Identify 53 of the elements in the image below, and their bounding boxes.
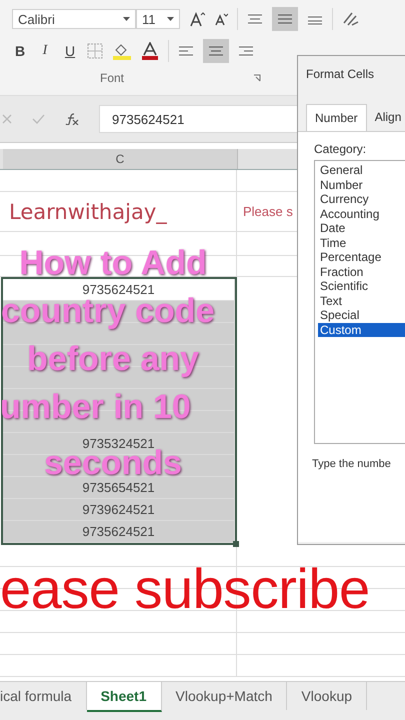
category-item[interactable]: Currency [318,192,405,206]
fill-color-icon[interactable] [112,42,132,60]
sheet-tab[interactable]: Sheet1 [86,682,162,712]
table-cell-text: Please s [242,203,294,221]
dropdown-arrow-icon[interactable] [123,17,130,21]
category-item[interactable]: Special [318,308,405,322]
cell-value: 9735624521 [82,524,155,539]
category-item[interactable]: Number [318,178,405,192]
dialog-tab[interactable]: Number [306,104,367,131]
font-name-dropdown[interactable]: Calibri [12,9,136,29]
align-left-icon[interactable] [178,45,194,57]
dialog-launcher-icon[interactable] [253,74,262,82]
category-item[interactable]: Percentage [318,250,405,264]
fill-handle[interactable] [233,541,239,547]
banner-text: ease subscribe [0,556,370,621]
underline-button[interactable]: U [62,43,78,59]
group-label: Font [100,71,124,85]
hint-text: Type the numbe [312,458,392,470]
bold-button[interactable]: B [12,43,28,59]
category-item[interactable]: Time [318,236,405,250]
caption-text: How to Add [19,246,207,280]
align-right-icon[interactable] [238,45,254,57]
cell-value: 9735654521 [82,480,155,495]
font-size-dropdown[interactable]: 11 [136,9,180,29]
shrink-font-icon[interactable] [214,12,228,26]
category-item[interactable]: Date [318,221,405,236]
table-cell: Learnwithajay_ [3,192,237,231]
dropdown-arrow-icon[interactable] [167,17,174,21]
cell-value: 9739624521 [82,502,155,517]
cell-value: 9735624521 [82,282,155,297]
check-icon[interactable] [32,114,45,124]
sheet-tab[interactable]: Vlookup+Match [162,682,288,710]
category-item[interactable]: Custom [318,322,405,337]
sheet-tab[interactable]: Vlookup [287,682,368,710]
italic-button[interactable]: I [37,43,53,59]
grow-font-icon[interactable] [189,11,205,27]
function-icon[interactable] [65,113,79,125]
middle-align-icon[interactable] [272,7,298,31]
dialog-tab[interactable]: Align [366,104,405,131]
caption-text: before any [27,342,199,376]
column-header[interactable]: C [3,149,238,169]
cell-value: 9735324521 [82,436,155,451]
category-label: Category: [314,142,368,156]
category-item[interactable]: General [318,163,405,178]
category-item[interactable]: Scientific [318,279,405,294]
align-center-icon[interactable] [203,39,229,63]
font-color-icon[interactable] [141,42,159,60]
top-align-icon[interactable] [247,13,263,25]
category-item[interactable]: Fraction [318,264,405,279]
category-item[interactable]: Accounting [318,206,405,221]
category-item[interactable]: Text [318,294,405,308]
dialog-title: Format Cells [305,66,376,83]
category-list[interactable]: General Number Currency Accounting Date Time Percentage Fraction Scientific Text Special Custom [314,160,405,444]
